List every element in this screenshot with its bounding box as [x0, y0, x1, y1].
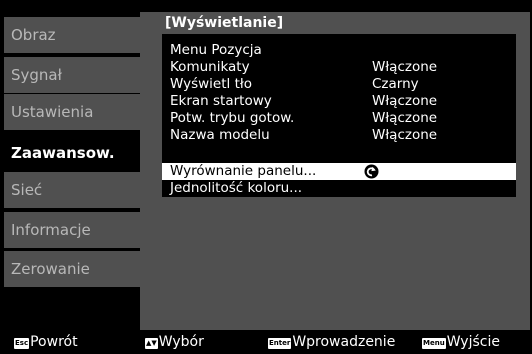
list-item-label: Wyrównanie panelu... — [170, 163, 317, 179]
list-item[interactable]: Jednolitość koloru... — [162, 180, 516, 197]
list-item-value: Włączone — [372, 59, 438, 75]
hint-exit-label: Wyjście — [446, 334, 500, 350]
list-item-label: Ekran startowy — [170, 93, 272, 109]
sidebar-item-obraz[interactable]: Obraz — [4, 17, 151, 53]
enter-key-icon: Enter — [268, 338, 292, 349]
sidebar-item-zaawansowane[interactable]: Zaawansow. — [4, 135, 151, 171]
sidebar-item-ustawienia[interactable]: Ustawienia — [4, 94, 151, 130]
list-item[interactable]: Nazwa modelu Włączone — [162, 127, 516, 144]
list-item[interactable]: Wyświetl tło Czarny — [162, 76, 516, 93]
hint-back: Esc Powrót — [14, 330, 78, 354]
list-item-label: Nazwa modelu — [170, 127, 270, 143]
sidebar-item-siec[interactable]: Sieć — [4, 172, 151, 208]
key-hint-bar: Esc Powrót ▲▼ Wybór Enter Wprowadzenie Menu… — [0, 330, 532, 354]
list-item[interactable]: Menu Pozycja — [162, 42, 516, 59]
list-item-label: Potw. trybu gotow. — [170, 110, 295, 126]
sidebar-item-informacje[interactable]: Informacje — [4, 212, 151, 248]
sidebar-item-zerowanie[interactable]: Zerowanie — [4, 251, 151, 287]
panel-title: [Wyświetlanie] — [165, 15, 284, 31]
projector-menu-screen: Obraz Sygnał Ustawienia Zaawansow. Sieć … — [0, 0, 532, 330]
list-item-value: Włączone — [372, 93, 438, 109]
sidebar: Obraz Sygnał Ustawienia Zaawansow. Sieć … — [0, 0, 152, 330]
list-item-label: Menu Pozycja — [170, 42, 262, 58]
settings-list: Menu Pozycja Komunikaty Włączone Wyświet… — [162, 34, 516, 197]
list-item-value: Włączone — [372, 110, 438, 126]
list-item-value: Czarny — [372, 76, 419, 92]
list-item[interactable]: Potw. trybu gotow. Włączone — [162, 110, 516, 127]
list-item-value: Włączone — [372, 127, 438, 143]
list-item-label: Jednolitość koloru... — [170, 180, 303, 196]
hint-enter: Enter Wprowadzenie — [268, 330, 395, 354]
list-item[interactable]: Ekran startowy Włączone — [162, 93, 516, 110]
hint-select-label: Wybór — [158, 334, 204, 350]
sidebar-item-sygnal[interactable]: Sygnał — [4, 57, 151, 93]
list-item[interactable]: Komunikaty Włączone — [162, 59, 516, 76]
menu-key-icon: Menu — [422, 338, 446, 349]
hint-select: ▲▼ Wybór — [145, 330, 204, 354]
hint-back-label: Powrót — [30, 334, 78, 350]
list-item-selected[interactable]: Wyrównanie panelu... — [162, 163, 516, 180]
hint-enter-label: Wprowadzenie — [292, 334, 396, 350]
list-item-label: Wyświetl tło — [170, 76, 252, 92]
list-item-label: Komunikaty — [170, 59, 250, 75]
hint-exit: Menu Wyjście — [422, 330, 500, 354]
up-down-arrows-icon: ▲▼ — [145, 338, 158, 349]
esc-key-icon: Esc — [14, 338, 30, 349]
